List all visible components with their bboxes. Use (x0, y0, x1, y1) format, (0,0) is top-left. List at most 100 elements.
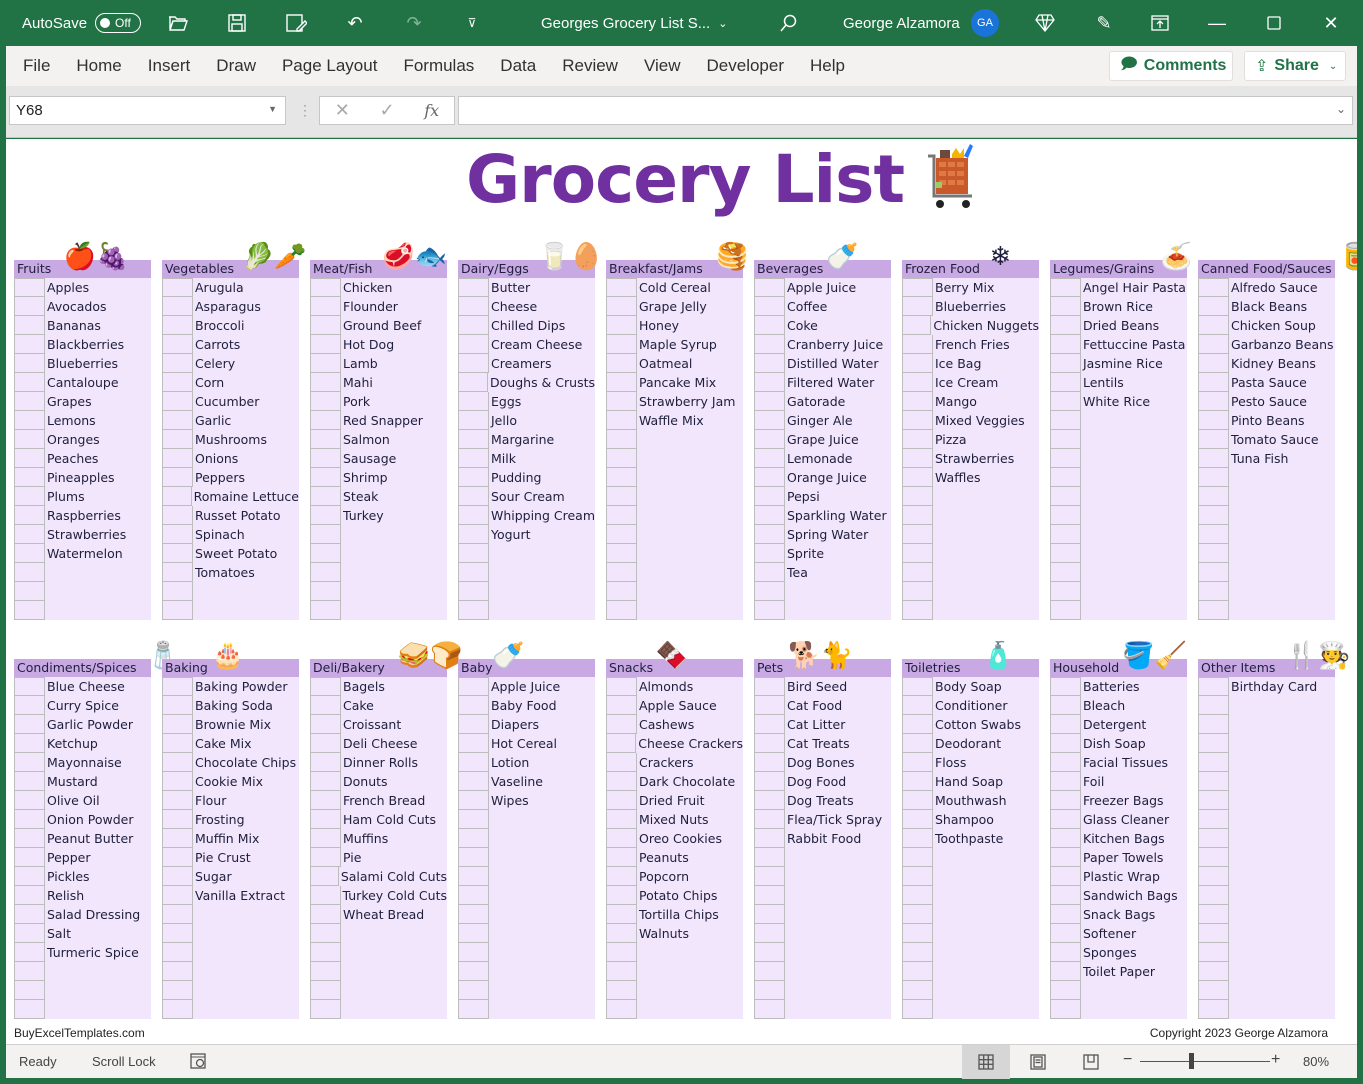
item-name-cell[interactable]: Mixed Veggies (933, 411, 1039, 430)
item-name-cell[interactable]: Bagels (341, 677, 447, 696)
item-name-cell[interactable]: Carrots (193, 335, 299, 354)
checkbox-cell[interactable] (458, 753, 489, 772)
item-name-cell[interactable]: Turmeric Spice (45, 943, 151, 962)
item-name-cell[interactable] (1229, 544, 1335, 563)
checkbox-cell[interactable] (606, 943, 637, 962)
item-name-cell[interactable]: Pepsi (785, 487, 891, 506)
checkbox-cell[interactable] (902, 753, 933, 772)
item-name-cell[interactable]: Curry Spice (45, 696, 151, 715)
item-name-cell[interactable] (637, 943, 743, 962)
item-name-cell[interactable]: Sparkling Water (785, 506, 891, 525)
pen-icon[interactable]: ✎ (1092, 11, 1116, 35)
checkbox-cell[interactable] (162, 601, 193, 620)
item-name-cell[interactable]: Oranges (45, 430, 151, 449)
checkbox-cell[interactable] (458, 373, 489, 392)
checkbox-cell[interactable] (14, 601, 45, 620)
checkbox-cell[interactable] (310, 506, 341, 525)
item-name-cell[interactable] (1081, 468, 1187, 487)
resize-handle[interactable]: ⋮ (298, 102, 312, 119)
checkbox-cell[interactable] (754, 753, 785, 772)
checkbox-cell[interactable] (1050, 506, 1081, 525)
checkbox-cell[interactable] (606, 848, 637, 867)
checkbox-cell[interactable] (458, 316, 489, 335)
checkbox-cell[interactable] (754, 829, 785, 848)
checkbox-cell[interactable] (14, 392, 45, 411)
checkbox-cell[interactable] (1198, 677, 1229, 696)
item-name-cell[interactable]: Tomatoes (193, 563, 299, 582)
item-name-cell[interactable]: Lemonade (785, 449, 891, 468)
item-name-cell[interactable] (341, 563, 447, 582)
item-name-cell[interactable]: Salami Cold Cuts (339, 867, 447, 886)
expand-formula-icon[interactable]: ⌄ (1336, 102, 1346, 116)
item-name-cell[interactable]: Coffee (785, 297, 891, 316)
item-name-cell[interactable]: Orange Juice (785, 468, 891, 487)
item-name-cell[interactable]: Sandwich Bags (1081, 886, 1187, 905)
checkbox-cell[interactable] (162, 810, 193, 829)
checkbox-cell[interactable] (754, 677, 785, 696)
item-name-cell[interactable]: Avocados (45, 297, 151, 316)
checkbox-cell[interactable] (310, 886, 341, 905)
item-name-cell[interactable]: Dog Food (785, 772, 891, 791)
checkbox-cell[interactable] (310, 810, 341, 829)
item-name-cell[interactable]: Baby Food (489, 696, 595, 715)
item-name-cell[interactable] (45, 563, 151, 582)
checkbox-cell[interactable] (902, 582, 933, 601)
item-name-cell[interactable]: Softener (1081, 924, 1187, 943)
checkbox-cell[interactable] (1198, 829, 1229, 848)
item-name-cell[interactable]: Apple Sauce (637, 696, 743, 715)
item-name-cell[interactable]: Tea (785, 563, 891, 582)
checkbox-cell[interactable] (754, 392, 785, 411)
zoom-level[interactable]: 80% (1303, 1054, 1329, 1069)
item-name-cell[interactable] (1229, 867, 1335, 886)
checkbox-cell[interactable] (754, 981, 785, 1000)
item-name-cell[interactable]: Mushrooms (193, 430, 299, 449)
checkbox-cell[interactable] (310, 1000, 341, 1019)
item-name-cell[interactable]: Toothpaste (933, 829, 1039, 848)
checkbox-cell[interactable] (1198, 563, 1229, 582)
item-name-cell[interactable]: Flounder (341, 297, 447, 316)
item-name-cell[interactable]: Kitchen Bags (1081, 829, 1187, 848)
document-title[interactable]: Georges Grocery List S... ⌄ (541, 0, 727, 46)
checkbox-cell[interactable] (162, 848, 193, 867)
item-name-cell[interactable]: Flour (193, 791, 299, 810)
autosave-control[interactable]: AutoSave Off (22, 0, 142, 46)
item-name-cell[interactable] (341, 544, 447, 563)
checkbox-cell[interactable] (310, 601, 341, 620)
checkbox-cell[interactable] (606, 544, 637, 563)
checkbox-cell[interactable] (754, 278, 785, 297)
item-name-cell[interactable]: Arugula (193, 278, 299, 297)
item-name-cell[interactable] (933, 544, 1039, 563)
checkbox-cell[interactable] (1050, 696, 1081, 715)
item-name-cell[interactable] (45, 1000, 151, 1019)
checkbox-cell[interactable] (902, 373, 933, 392)
checkbox-cell[interactable] (902, 981, 933, 1000)
checkbox-cell[interactable] (1050, 962, 1081, 981)
tab-developer[interactable]: Developer (707, 56, 785, 76)
checkbox-cell[interactable] (1050, 468, 1081, 487)
item-name-cell[interactable]: Wipes (489, 791, 595, 810)
checkbox-cell[interactable] (162, 544, 193, 563)
checkbox-cell[interactable] (606, 411, 637, 430)
item-name-cell[interactable] (489, 981, 595, 1000)
item-name-cell[interactable]: Cantaloupe (45, 373, 151, 392)
item-name-cell[interactable] (933, 981, 1039, 1000)
checkbox-cell[interactable] (1050, 810, 1081, 829)
checkbox-cell[interactable] (458, 525, 489, 544)
item-name-cell[interactable] (637, 506, 743, 525)
checkbox-cell[interactable] (310, 905, 341, 924)
item-name-cell[interactable]: Spring Water (785, 525, 891, 544)
checkbox-cell[interactable] (902, 1000, 933, 1019)
checkbox-cell[interactable] (606, 449, 637, 468)
item-name-cell[interactable] (193, 981, 299, 1000)
checkbox-cell[interactable] (902, 278, 933, 297)
item-name-cell[interactable]: Peaches (45, 449, 151, 468)
checkbox-cell[interactable] (310, 487, 341, 506)
checkbox-cell[interactable] (606, 468, 637, 487)
item-name-cell[interactable]: Dish Soap (1081, 734, 1187, 753)
checkbox-cell[interactable] (310, 848, 341, 867)
item-name-cell[interactable] (1229, 810, 1335, 829)
checkbox-cell[interactable] (310, 335, 341, 354)
item-name-cell[interactable]: Cucumber (193, 392, 299, 411)
checkbox-cell[interactable] (902, 943, 933, 962)
checkbox-cell[interactable] (902, 316, 932, 335)
